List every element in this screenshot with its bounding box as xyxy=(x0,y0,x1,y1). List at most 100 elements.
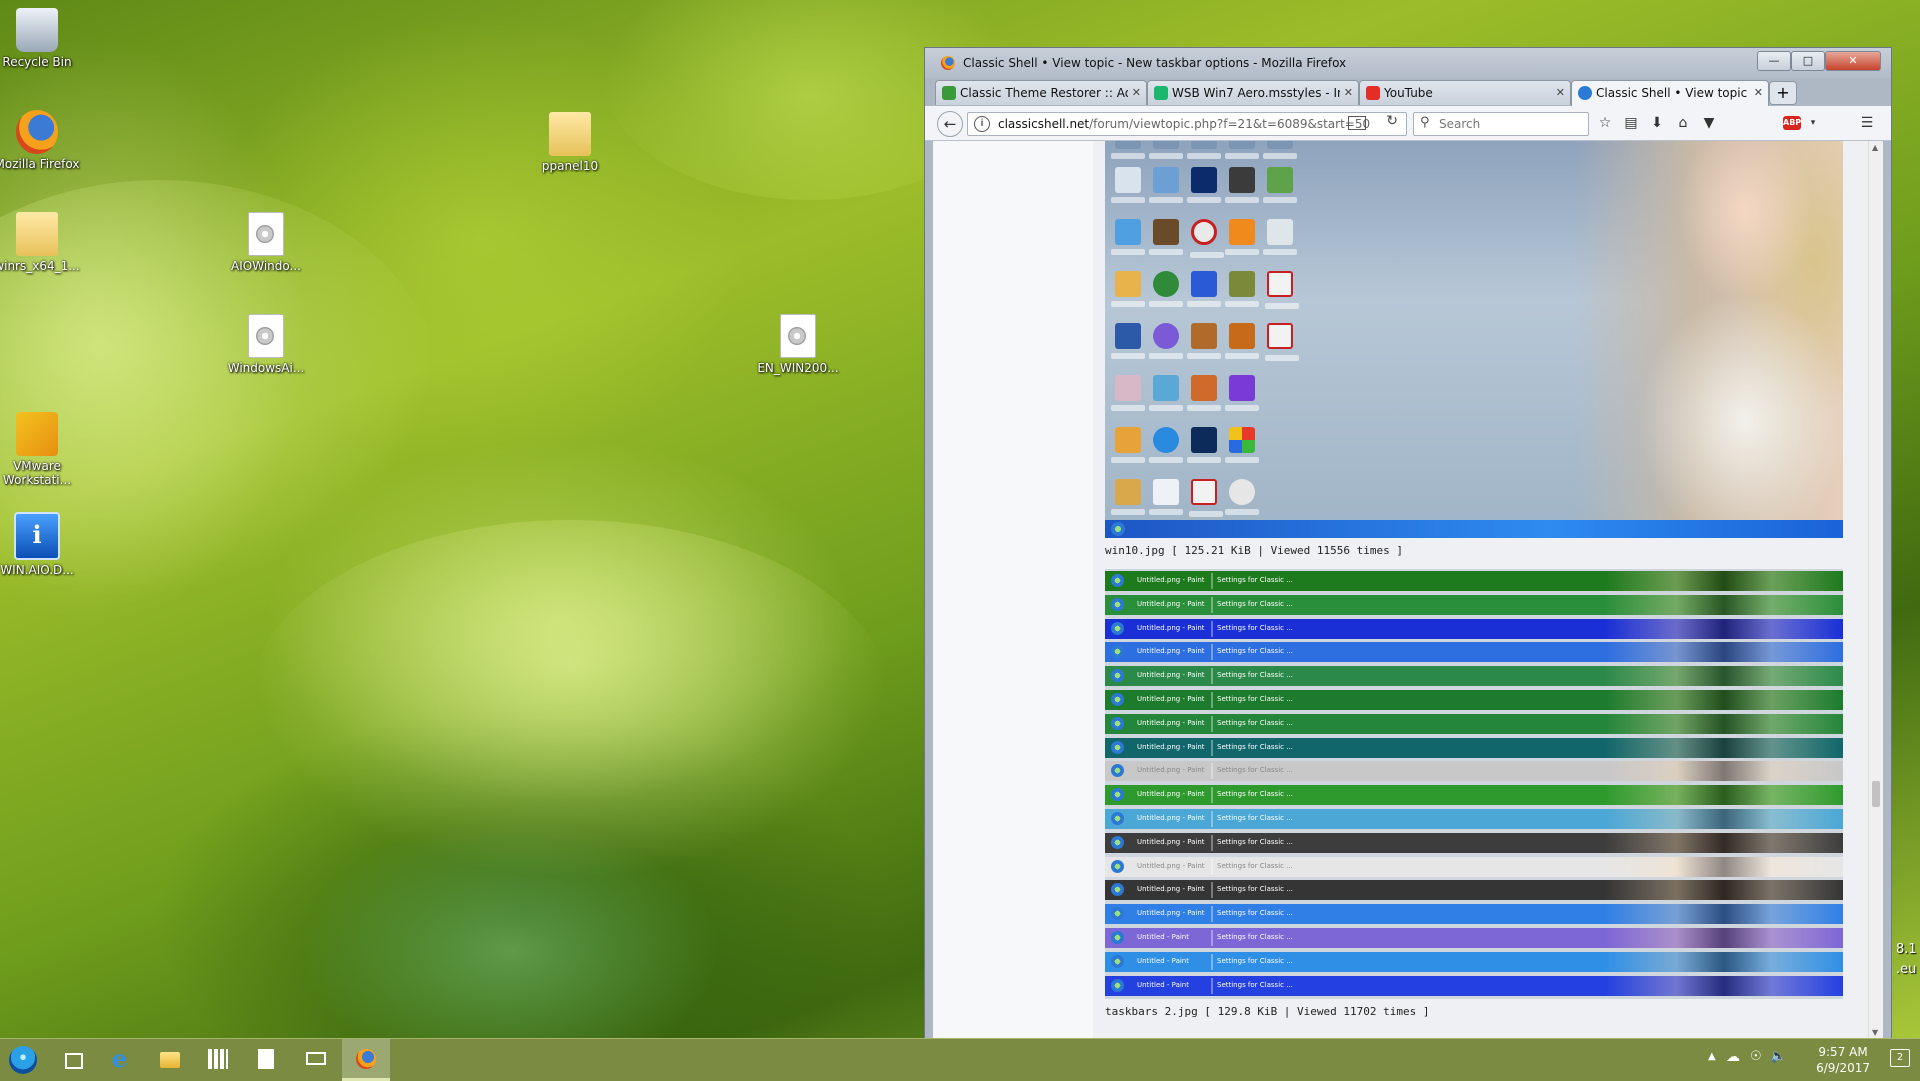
attachment-image-taskbars[interactable]: Untitled.png - Paint Settings for Classic… xyxy=(1105,569,1843,999)
tab-classic-theme-restorer[interactable]: Classic Theme Restorer :: Add-o ✕ xyxy=(935,80,1147,105)
adblock-dropdown-icon[interactable]: ▾ xyxy=(1801,112,1825,134)
folder-icon xyxy=(549,112,591,156)
task-view-button[interactable] xyxy=(48,1039,96,1081)
bookmark-star-icon[interactable]: ☆ xyxy=(1593,112,1617,134)
tab-close-icon[interactable]: ✕ xyxy=(1344,81,1353,105)
strip-button-paint: Untitled.png - Paint xyxy=(1137,861,1205,870)
sample-taskbar-strip: Untitled - Paint Settings for Classic ... xyxy=(1105,975,1843,996)
firefox-window: Classic Shell • View topic - New taskbar… xyxy=(924,47,1892,1038)
edge-icon: e xyxy=(112,1044,128,1073)
vertical-scrollbar[interactable]: ▲ ▼ xyxy=(1868,141,1883,1038)
document-button[interactable] xyxy=(242,1039,290,1081)
desktop-icon-en-win[interactable]: EN_WIN200... xyxy=(755,314,841,375)
scroll-down-icon[interactable]: ▼ xyxy=(1872,1028,1878,1037)
strip-button-settings: Settings for Classic ... xyxy=(1217,909,1293,918)
strip-wallpaper-streak xyxy=(1605,594,1843,615)
strip-separator xyxy=(1211,834,1213,851)
clock[interactable]: 9:57 AM 6/9/2017 xyxy=(1816,1044,1870,1076)
strip-wallpaper-streak xyxy=(1605,785,1843,806)
minimize-button[interactable]: — xyxy=(1757,51,1791,71)
tab-wsb-win7[interactable]: WSB Win7 Aero.msstyles - Imgu ✕ xyxy=(1147,80,1359,105)
strip-button-paint: Untitled.png - Paint xyxy=(1137,814,1205,822)
tab-close-icon[interactable]: ✕ xyxy=(1132,81,1141,105)
strip-separator xyxy=(1211,977,1213,994)
desktop-thumb-icon xyxy=(1149,427,1183,463)
strip-button-paint: Untitled.png - Paint xyxy=(1137,837,1205,846)
sample-taskbar-strip: Untitled.png - Paint Settings for Classic… xyxy=(1105,785,1843,806)
mail-button[interactable] xyxy=(292,1039,340,1081)
search-box[interactable]: ⚲ Search xyxy=(1413,112,1589,136)
onedrive-icon[interactable]: ☁ xyxy=(1726,1049,1740,1065)
start-orb-icon xyxy=(1111,669,1124,683)
strip-wallpaper-streak xyxy=(1605,951,1843,972)
window-titlebar[interactable]: Classic Shell • View topic - New taskbar… xyxy=(925,48,1891,78)
start-button[interactable] xyxy=(0,1039,48,1081)
home-icon[interactable]: ⌂ xyxy=(1671,112,1695,134)
desktop-icon-firefox[interactable]: Mozilla Firefox xyxy=(0,110,80,171)
maximize-button[interactable]: □ xyxy=(1791,51,1825,71)
strip-separator xyxy=(1211,715,1213,732)
scrollbar-thumb[interactable] xyxy=(1872,781,1880,807)
close-button[interactable]: ✕ xyxy=(1825,51,1881,71)
start-orb-icon xyxy=(1111,788,1124,802)
start-orb-icon xyxy=(1111,621,1124,635)
desktop-icon-vmware[interactable]: VMware Workstati... xyxy=(0,412,80,487)
strip-button-settings: Settings for Classic ... xyxy=(1217,790,1293,799)
pocket-icon[interactable]: ▼ xyxy=(1697,112,1721,134)
strip-separator xyxy=(1211,573,1213,589)
attachment-image-win10[interactable] xyxy=(1105,141,1843,538)
reader-view-icon[interactable] xyxy=(1348,116,1366,130)
strip-button-paint: Untitled.png - Paint xyxy=(1137,671,1205,680)
disc-image-icon xyxy=(780,314,816,358)
site-info-icon[interactable]: i xyxy=(974,116,990,132)
new-tab-button[interactable]: + xyxy=(1769,81,1797,105)
desktop-thumb-icon xyxy=(1225,271,1259,307)
adblock-icon[interactable]: ABP xyxy=(1783,116,1801,130)
download-icon[interactable]: ⬇ xyxy=(1645,112,1669,134)
strip-wallpaper-streak xyxy=(1605,666,1843,687)
strip-button-paint: Untitled - Paint xyxy=(1137,956,1189,965)
desktop-thumb-icon xyxy=(1187,427,1221,463)
sample-taskbar-strip: Untitled - Paint Settings for Classic ... xyxy=(1105,928,1843,948)
action-center-icon[interactable]: 2 xyxy=(1890,1049,1910,1067)
desktop-thumb-icon xyxy=(1225,323,1259,359)
reading-list-icon[interactable]: ▤ xyxy=(1619,112,1643,134)
sample-taskbar-strip: Untitled.png - Paint Settings for Classic… xyxy=(1105,832,1843,853)
reload-icon[interactable]: ↻ xyxy=(1386,113,1398,129)
desktop-icon-ppanel10[interactable]: ppanel10 xyxy=(527,112,613,173)
strip-separator xyxy=(1211,668,1213,685)
scroll-up-icon[interactable]: ▲ xyxy=(1872,143,1878,152)
strip-button-settings: Settings for Classic ... xyxy=(1217,671,1293,680)
desktop-thumb-icon xyxy=(1190,219,1224,258)
desktop-icon-label: Recycle Bin xyxy=(2,55,72,69)
strip-button-paint: Untitled - Paint xyxy=(1137,933,1189,941)
tab-label: YouTube xyxy=(1384,86,1433,100)
store-button[interactable] xyxy=(194,1039,242,1081)
sample-taskbar-strip: Untitled.png - Paint Settings for Classic… xyxy=(1105,666,1843,687)
tab-youtube[interactable]: YouTube ✕ xyxy=(1359,80,1571,105)
desktop-icon-win-aio[interactable]: WIN.AIO.D... xyxy=(0,512,80,577)
url-bar[interactable]: i classicshell.net/forum/viewtopic.php?f… xyxy=(967,112,1407,136)
menu-icon[interactable]: ☰ xyxy=(1855,112,1879,134)
show-hidden-icons-icon[interactable]: ▲ xyxy=(1708,1051,1716,1062)
start-orb-icon xyxy=(1111,859,1124,873)
file-explorer-button[interactable] xyxy=(146,1039,194,1081)
tab-close-icon[interactable]: ✕ xyxy=(1754,81,1763,105)
strip-button-settings: Settings for Classic ... xyxy=(1217,837,1293,846)
tab-label: Classic Theme Restorer :: Add-o xyxy=(960,86,1128,100)
edge-button[interactable]: e xyxy=(98,1039,146,1081)
strip-button-paint: Untitled.png - Paint xyxy=(1137,766,1205,775)
back-button[interactable]: ← xyxy=(937,111,963,137)
tab-classic-shell[interactable]: Classic Shell • View topic - New ✕ xyxy=(1571,80,1769,107)
volume-icon[interactable]: 🔈 xyxy=(1770,1049,1786,1064)
strip-button-settings: Settings for Classic ... xyxy=(1217,647,1293,656)
desktop-icon-winrs[interactable]: winrs_x64_1... xyxy=(0,212,80,273)
desktop-icon-recycle-bin[interactable]: Recycle Bin xyxy=(0,8,80,69)
desktop-icon-windowsai[interactable]: WindowsAi... xyxy=(223,314,309,375)
tab-close-icon[interactable]: ✕ xyxy=(1556,81,1565,105)
notification-count: 2 xyxy=(1896,1052,1904,1063)
network-icon[interactable]: ☉ xyxy=(1750,1049,1762,1064)
firefox-taskbar-button[interactable] xyxy=(342,1039,390,1081)
strip-button-paint: Untitled.png - Paint xyxy=(1137,695,1205,703)
desktop-icon-aiowindows[interactable]: AIOWindo... xyxy=(223,212,309,273)
